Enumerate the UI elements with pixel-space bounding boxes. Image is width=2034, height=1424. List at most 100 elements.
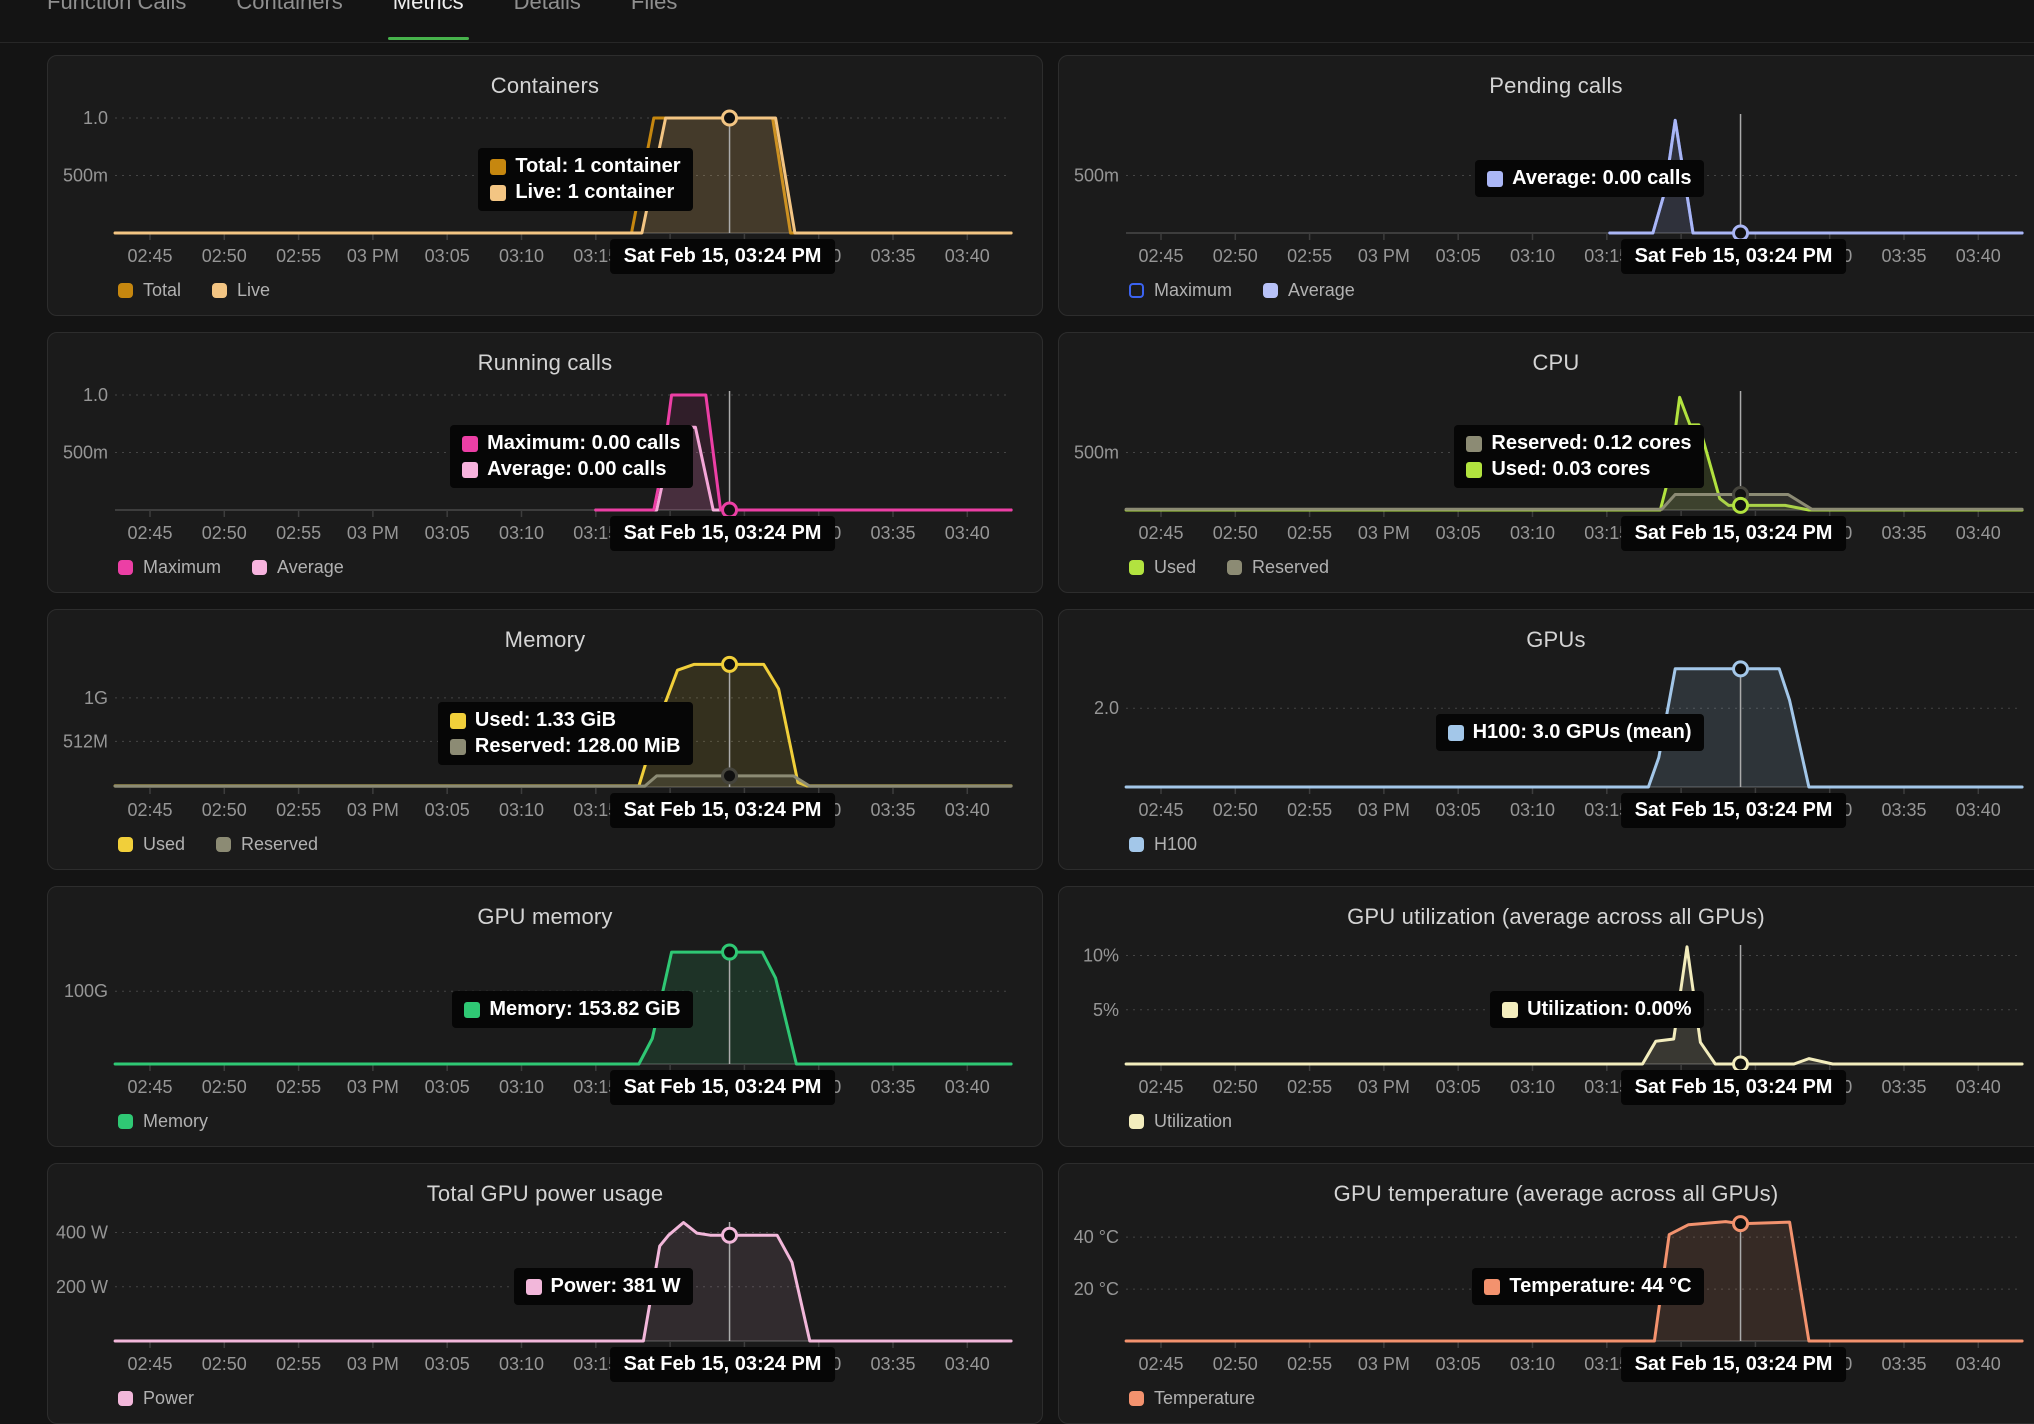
x-axis-tick-label: 02:45: [127, 246, 172, 266]
legend-item-temperature[interactable]: Temperature: [1129, 1388, 1255, 1409]
legend-label: Power: [143, 1388, 194, 1409]
tooltip-value-text: Used: 0.03 cores: [1491, 458, 1650, 481]
legend-item-live[interactable]: Live: [212, 280, 270, 301]
y-axis-tick-label: 10%: [1083, 946, 1119, 966]
legend-label: Average: [1288, 280, 1355, 301]
tooltip-value-text: Reserved: 0.12 cores: [1491, 432, 1691, 455]
legend-item-power[interactable]: Power: [118, 1388, 194, 1409]
chart-tooltip: Average: 0.00 calls: [1475, 160, 1703, 197]
tab-label: Files: [631, 0, 677, 15]
legend-color-swatch: [1129, 1391, 1144, 1406]
y-axis-tick-label: 20 °C: [1074, 1279, 1119, 1299]
chart-tooltip: Reserved: 0.12 cores Used: 0.03 cores: [1454, 425, 1703, 488]
legend-item-average[interactable]: Average: [1263, 280, 1355, 301]
series-color-swatch: [1448, 725, 1464, 741]
tab-metrics[interactable]: Metrics: [393, 0, 464, 42]
x-axis-tick-label: 03:35: [870, 1354, 915, 1374]
x-axis-tick-label: 02:50: [202, 246, 247, 266]
series-color-swatch: [450, 739, 466, 755]
series-color-swatch: [490, 185, 506, 201]
legend-label: H100: [1154, 834, 1197, 855]
chart-tooltip: H100: 3.0 GPUs (mean): [1436, 714, 1704, 751]
tooltip-value-text: Utilization: 0.00%: [1527, 998, 1691, 1021]
tab-containers[interactable]: Containers: [236, 0, 342, 42]
x-axis-tick-label: 02:45: [1138, 800, 1183, 820]
legend-color-swatch: [1129, 560, 1144, 575]
hover-point-marker: [723, 657, 737, 671]
x-axis-tick-label: 03 PM: [347, 1077, 399, 1097]
x-axis-tick-label: 03:40: [1956, 800, 2001, 820]
tooltip-row: Power: 381 W: [526, 1275, 681, 1298]
legend-item-memory[interactable]: Memory: [118, 1111, 208, 1132]
tab-function-calls[interactable]: Function Calls: [47, 0, 186, 42]
y-axis-tick-label: 40 °C: [1074, 1227, 1119, 1247]
legend-item-reserved[interactable]: Reserved: [216, 834, 318, 855]
tab-files[interactable]: Files: [631, 0, 677, 42]
hover-point-marker: [1734, 226, 1748, 240]
legend-label: Memory: [143, 1111, 208, 1132]
legend-item-average[interactable]: Average: [252, 557, 344, 578]
series-color-swatch: [462, 436, 478, 452]
tooltip-value-text: Used: 1.33 GiB: [475, 709, 616, 732]
y-axis-tick-label: 200 W: [56, 1277, 108, 1297]
series-color-swatch: [1487, 171, 1503, 187]
legend-color-swatch: [118, 560, 133, 575]
tooltip-row: Used: 1.33 GiB: [450, 709, 681, 732]
x-axis-tick-label: 02:45: [1138, 523, 1183, 543]
series-line-reserved: [1126, 495, 2022, 510]
x-axis-tick-label: 03:05: [425, 523, 470, 543]
series-color-swatch: [1466, 462, 1482, 478]
tooltip-row: Reserved: 128.00 MiB: [450, 735, 681, 758]
x-axis-tick-label: 03:10: [499, 800, 544, 820]
tab-label: Metrics: [393, 0, 464, 15]
legend-item-maximum[interactable]: Maximum: [118, 557, 221, 578]
legend-item-used[interactable]: Used: [1129, 557, 1196, 578]
crosshair-time-tooltip: Sat Feb 15, 03:24 PM: [610, 793, 836, 828]
x-axis-tick-label: 03 PM: [347, 246, 399, 266]
x-axis-tick-label: 03:05: [425, 246, 470, 266]
chart-panel-cpu: CPU500m02:4502:5002:5503 PM03:0503:1003:…: [1058, 332, 2034, 593]
hover-point-marker: [1734, 1217, 1748, 1231]
x-axis-tick-label: 03 PM: [347, 523, 399, 543]
legend-item-utilization[interactable]: Utilization: [1129, 1111, 1232, 1132]
chart-tooltip: Temperature: 44 °C: [1472, 1268, 1703, 1305]
charts-grid: Containers1.0500m02:4502:5002:5503 PM03:…: [0, 43, 2034, 1424]
tab-label: Details: [514, 0, 581, 15]
legend-item-h100[interactable]: H100: [1129, 834, 1197, 855]
x-axis-tick-label: 03:10: [499, 246, 544, 266]
legend-label: Total: [143, 280, 181, 301]
x-axis-tick-label: 03:05: [1436, 246, 1481, 266]
legend-item-total[interactable]: Total: [118, 280, 181, 301]
crosshair-time-tooltip: Sat Feb 15, 03:24 PM: [610, 239, 836, 274]
crosshair-time-tooltip: Sat Feb 15, 03:24 PM: [610, 1070, 836, 1105]
chart-panel-pending-calls: Pending calls500m02:4502:5002:5503 PM03:…: [1058, 55, 2034, 316]
x-axis-tick-label: 02:50: [202, 800, 247, 820]
legend-item-reserved[interactable]: Reserved: [1227, 557, 1329, 578]
x-axis-tick-label: 02:55: [276, 1077, 321, 1097]
x-axis-tick-label: 02:45: [127, 1077, 172, 1097]
tab-details[interactable]: Details: [514, 0, 581, 42]
legend-color-swatch: [1227, 560, 1242, 575]
series-color-swatch: [526, 1279, 542, 1295]
x-axis-tick-label: 03:40: [1956, 1077, 2001, 1097]
x-axis-tick-label: 03:35: [1881, 523, 1926, 543]
x-axis-tick-label: 02:50: [1213, 1354, 1258, 1374]
series-color-swatch: [450, 713, 466, 729]
x-axis-tick-label: 02:55: [276, 246, 321, 266]
active-tab-indicator: [388, 37, 469, 40]
x-axis-tick-label: 02:45: [1138, 1077, 1183, 1097]
tooltip-row: Reserved: 0.12 cores: [1466, 432, 1691, 455]
legend-color-swatch: [1129, 283, 1144, 298]
legend-item-maximum[interactable]: Maximum: [1129, 280, 1232, 301]
legend-color-swatch: [118, 1391, 133, 1406]
x-axis-tick-label: 02:45: [127, 800, 172, 820]
x-axis-tick-label: 03:05: [1436, 800, 1481, 820]
y-axis-tick-label: 500m: [1074, 166, 1119, 186]
legend-item-used[interactable]: Used: [118, 834, 185, 855]
chart-tooltip: Total: 1 containerLive: 1 container: [478, 148, 692, 211]
x-axis-tick-label: 03:40: [1956, 1354, 2001, 1374]
series-area-reserved: [1126, 495, 2022, 511]
y-axis-tick-label: 1.0: [83, 108, 108, 128]
legend-color-swatch: [252, 560, 267, 575]
y-axis-tick-label: 5%: [1093, 1000, 1119, 1020]
